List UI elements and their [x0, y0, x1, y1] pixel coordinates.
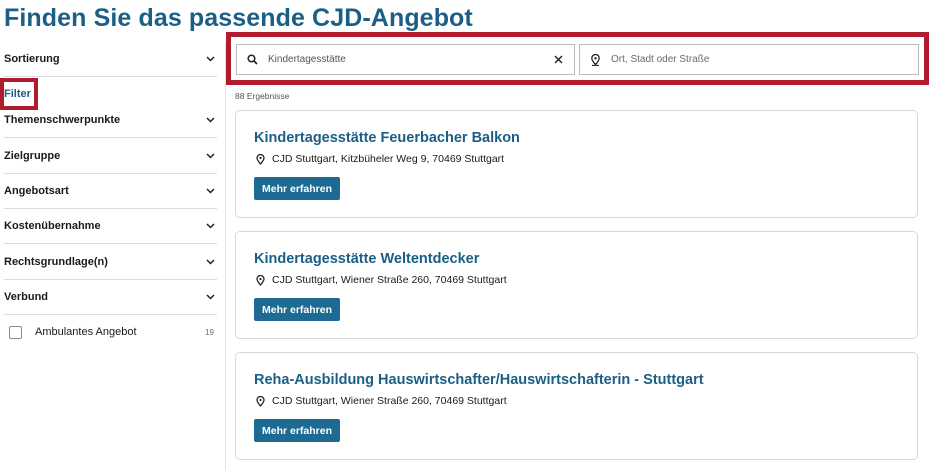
result-title[interactable]: Reha-Ausbildung Hauswirtschafter/Hauswir… — [254, 372, 704, 388]
location-input[interactable] — [611, 45, 918, 74]
result-count: 88 Ergebnisse — [235, 91, 290, 101]
filter-verbund[interactable]: Verbund — [4, 280, 217, 315]
filter-label: Zielgruppe — [4, 150, 61, 162]
filter-label: Verbund — [4, 291, 49, 303]
result-card: Kindertagesstätte Feuerbacher Balkon CJD… — [235, 110, 918, 218]
map-marker-icon — [255, 395, 265, 407]
chevron-down-icon — [205, 115, 215, 125]
chevron-down-icon — [205, 186, 215, 196]
filter-zielgruppe[interactable]: Zielgruppe — [4, 139, 217, 174]
option-ambulantes-angebot: Ambulantes Angebot 19 — [9, 323, 214, 341]
filter-rechtsgrundlagen[interactable]: Rechtsgrundlage(n) — [4, 245, 217, 280]
chevron-down-icon — [205, 221, 215, 231]
filter-label: Angebotsart — [4, 185, 69, 197]
sort-label: Sortierung — [4, 53, 60, 65]
page-title: Finden Sie das passende CJD-Angebot — [4, 4, 473, 32]
search-field — [236, 44, 575, 75]
address-text: CJD Stuttgart, Wiener Straße 260, 70469 … — [272, 395, 507, 407]
result-title[interactable]: Kindertagesstätte Feuerbacher Balkon — [254, 130, 520, 146]
map-marker-icon — [255, 153, 265, 165]
more-info-button[interactable]: Mehr erfahren — [254, 298, 340, 321]
ambulantes-angebot-checkbox[interactable] — [9, 325, 22, 339]
option-count: 19 — [205, 327, 214, 337]
filter-heading: Filter — [4, 88, 31, 100]
result-card: Kindertagesstätte Weltentdecker CJD Stut… — [235, 231, 918, 339]
chevron-down-icon — [205, 54, 215, 64]
result-title[interactable]: Kindertagesstätte Weltentdecker — [254, 251, 479, 267]
close-icon[interactable] — [552, 54, 564, 66]
more-info-button[interactable]: Mehr erfahren — [254, 177, 340, 200]
result-card: Reha-Ausbildung Hauswirtschafter/Hauswir… — [235, 352, 918, 460]
map-marker-icon — [255, 274, 265, 286]
chevron-down-icon — [205, 151, 215, 161]
chevron-up-icon — [205, 292, 215, 302]
filter-label: Rechtsgrundlage(n) — [4, 256, 108, 268]
address-text: CJD Stuttgart, Wiener Straße 260, 70469 … — [272, 274, 507, 286]
search-input[interactable] — [268, 45, 552, 74]
result-address: CJD Stuttgart, Kitzbüheler Weg 9, 70469 … — [255, 153, 504, 165]
option-label: Ambulantes Angebot — [35, 326, 137, 338]
location-pin-icon — [589, 53, 601, 66]
sort-dropdown[interactable]: Sortierung — [4, 42, 217, 77]
more-info-button[interactable]: Mehr erfahren — [254, 419, 340, 442]
filter-kostenuebernahme[interactable]: Kostenübernahme — [4, 209, 217, 244]
filter-angebotsart[interactable]: Angebotsart — [4, 174, 217, 209]
filter-label: Themenschwerpunkte — [4, 114, 121, 126]
address-text: CJD Stuttgart, Kitzbüheler Weg 9, 70469 … — [272, 153, 505, 165]
location-field — [579, 44, 919, 75]
result-address: CJD Stuttgart, Wiener Straße 260, 70469 … — [255, 274, 507, 286]
filter-themenschwerpunkte[interactable]: Themenschwerpunkte — [4, 103, 217, 138]
result-address: CJD Stuttgart, Wiener Straße 260, 70469 … — [255, 395, 507, 407]
filter-label: Kostenübernahme — [4, 220, 101, 232]
chevron-down-icon — [205, 257, 215, 267]
search-icon — [246, 54, 258, 66]
